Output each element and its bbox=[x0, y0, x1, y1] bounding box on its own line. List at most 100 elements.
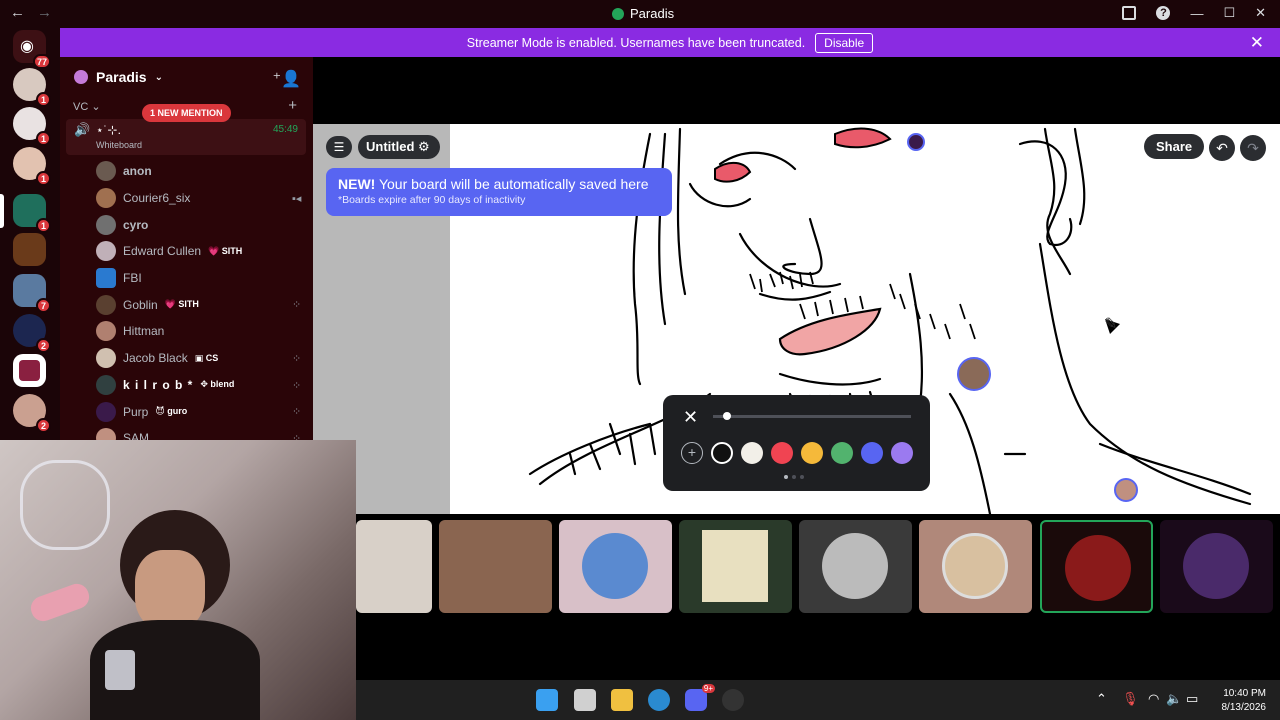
banner-close-icon[interactable]: ✕ bbox=[1250, 33, 1264, 53]
forward-arrow-icon[interactable]: → bbox=[37, 4, 52, 21]
menu-icon[interactable]: ☰ bbox=[326, 136, 352, 158]
avatar bbox=[96, 321, 116, 342]
guild-header[interactable]: Paradis ⌄ bbox=[74, 69, 163, 85]
add-color-icon[interactable]: + bbox=[681, 442, 703, 464]
chevron-up-icon[interactable]: ⌃ bbox=[1096, 691, 1107, 707]
color-swatch-black[interactable] bbox=[711, 442, 733, 464]
participant-tile-speaking[interactable] bbox=[1040, 520, 1153, 613]
brush-size-slider[interactable] bbox=[713, 412, 911, 420]
obs-icon[interactable] bbox=[722, 689, 744, 711]
activity-timer: 45:49 bbox=[272, 124, 298, 135]
clock[interactable]: 10:40 PM 8/13/2026 bbox=[1222, 687, 1267, 715]
participant-tile[interactable] bbox=[356, 520, 432, 613]
activity-icon: ⁘ bbox=[292, 379, 302, 392]
server-icon-1[interactable]: 1 bbox=[13, 68, 51, 107]
server-icon-9[interactable]: 2 bbox=[13, 394, 51, 433]
create-channel-icon[interactable]: + bbox=[288, 97, 297, 114]
participant-tile[interactable] bbox=[1160, 520, 1273, 613]
activity-icon: ⁘ bbox=[292, 352, 302, 365]
close-icon[interactable]: ✕ bbox=[683, 407, 698, 428]
share-button[interactable]: Share bbox=[1144, 134, 1205, 159]
file-explorer-icon[interactable] bbox=[611, 689, 633, 711]
color-swatch-red[interactable] bbox=[771, 442, 793, 464]
windows-taskbar: 9+ ⌃ 🎙 ◠ 🔈 ▭ 10:40 PM 8/13/2026 bbox=[356, 680, 1280, 720]
window-title: Paradis bbox=[612, 6, 674, 21]
participant-tile[interactable] bbox=[559, 520, 672, 613]
server-icon-6[interactable]: 7 bbox=[13, 274, 51, 313]
wifi-icon[interactable]: ◠ bbox=[1148, 691, 1159, 707]
discord-taskbar-icon[interactable]: 9+ bbox=[685, 684, 715, 711]
brush-toolbar: ✕ + bbox=[663, 395, 930, 491]
server-icon-4[interactable]: 1 bbox=[13, 194, 51, 233]
role-tag: ▣ CS bbox=[194, 352, 219, 363]
category-vc[interactable]: VC ⌄ bbox=[73, 100, 101, 113]
home-badge: 77 bbox=[32, 54, 51, 69]
help-icon[interactable]: ? bbox=[1156, 6, 1171, 20]
avatar bbox=[96, 348, 116, 369]
activity-icon: ⁘ bbox=[292, 299, 302, 312]
voice-member[interactable]: FBI bbox=[96, 265, 306, 292]
role-tag: 😈 guro bbox=[155, 406, 188, 417]
task-view-icon[interactable] bbox=[574, 689, 596, 711]
voice-member[interactable]: k i l r o b * ✥ blend ⁘ bbox=[96, 372, 306, 399]
speaker-icon: 🔊 bbox=[74, 122, 91, 137]
server-icon-8[interactable] bbox=[13, 354, 46, 387]
voice-member[interactable]: Purp 😈 guro ⁘ bbox=[96, 398, 306, 425]
color-swatch-yellow[interactable] bbox=[801, 442, 823, 464]
page-dots bbox=[784, 475, 804, 479]
undo-icon[interactable]: ↶ bbox=[1209, 135, 1235, 161]
voice-channel[interactable]: 🔊 ⋆˙⊹. 45:49 Whiteboard bbox=[66, 119, 306, 155]
activity-top-area bbox=[313, 57, 1280, 124]
server-icon-7[interactable]: 2 bbox=[13, 314, 51, 353]
back-arrow-icon[interactable]: ← bbox=[10, 4, 25, 21]
server-icon-5[interactable] bbox=[13, 233, 46, 266]
gear-icon: ⚙ bbox=[418, 139, 430, 154]
avatar bbox=[96, 214, 116, 235]
avatar bbox=[96, 294, 116, 315]
minimize-icon[interactable]: — bbox=[1190, 6, 1203, 21]
home-button[interactable]: ◉ 77 bbox=[13, 30, 51, 69]
title-bar: ← → Paradis ? — ☐ ✕ bbox=[0, 0, 1280, 28]
participant-tile[interactable] bbox=[799, 520, 912, 613]
voice-member[interactable]: Edward Cullen 💗 SITH bbox=[96, 238, 306, 265]
close-icon[interactable]: ✕ bbox=[1255, 5, 1266, 21]
slider-knob[interactable] bbox=[723, 412, 731, 420]
participant-tile[interactable] bbox=[439, 520, 552, 613]
role-tag: 💗 SITH bbox=[164, 299, 199, 310]
new-mention-pill[interactable]: 1 NEW MENTION bbox=[142, 104, 231, 122]
board-title-button[interactable]: Untitled ⚙ bbox=[358, 135, 440, 159]
voice-member[interactable]: Jacob Black ▣ CS ⁘ bbox=[96, 345, 306, 372]
volume-icon[interactable]: 🔈 bbox=[1166, 691, 1182, 707]
participant-cursor bbox=[957, 357, 991, 391]
server-icon-3[interactable]: 1 bbox=[13, 147, 51, 186]
inbox-icon[interactable] bbox=[1122, 6, 1137, 20]
participant-tile[interactable] bbox=[679, 520, 792, 613]
add-member-icon[interactable]: ⁺👤 bbox=[273, 69, 301, 89]
avatar bbox=[96, 268, 116, 289]
voice-member[interactable]: Courier6_six ▪◂ bbox=[96, 185, 306, 212]
edge-icon[interactable] bbox=[648, 689, 670, 711]
voice-member-list: anon Courier6_six ▪◂ cyro Edward Cullen 💗 … bbox=[96, 158, 306, 452]
color-swatch-white[interactable] bbox=[741, 442, 763, 464]
color-swatch-purple[interactable] bbox=[891, 442, 913, 464]
role-tag: ✥ blend bbox=[200, 379, 235, 390]
disable-button[interactable]: Disable bbox=[815, 32, 874, 53]
participant-tile[interactable] bbox=[919, 520, 1032, 613]
webcam-feed bbox=[0, 440, 356, 720]
voice-member[interactable]: Hittman bbox=[96, 318, 306, 345]
avatar bbox=[96, 188, 116, 209]
color-swatch-green[interactable] bbox=[831, 442, 853, 464]
voice-member[interactable]: anon bbox=[96, 158, 306, 185]
role-tag: 💗 SITH bbox=[208, 245, 243, 256]
server-icon-2[interactable]: 1 bbox=[13, 107, 51, 146]
maximize-icon[interactable]: ☐ bbox=[1223, 5, 1235, 21]
microphone-icon[interactable]: 🎙 bbox=[1122, 691, 1139, 707]
redo-icon[interactable]: ↷ bbox=[1240, 135, 1266, 161]
color-swatch-blue[interactable] bbox=[861, 442, 883, 464]
voice-member[interactable]: cyro bbox=[96, 211, 306, 238]
guild-icon bbox=[74, 70, 88, 84]
battery-icon[interactable]: ▭ bbox=[1186, 691, 1198, 707]
voice-member[interactable]: Goblin 💗 SITH ⁘ bbox=[96, 291, 306, 318]
start-icon[interactable] bbox=[536, 689, 558, 711]
streamer-mode-banner: Streamer Mode is enabled. Usernames have… bbox=[60, 28, 1280, 57]
